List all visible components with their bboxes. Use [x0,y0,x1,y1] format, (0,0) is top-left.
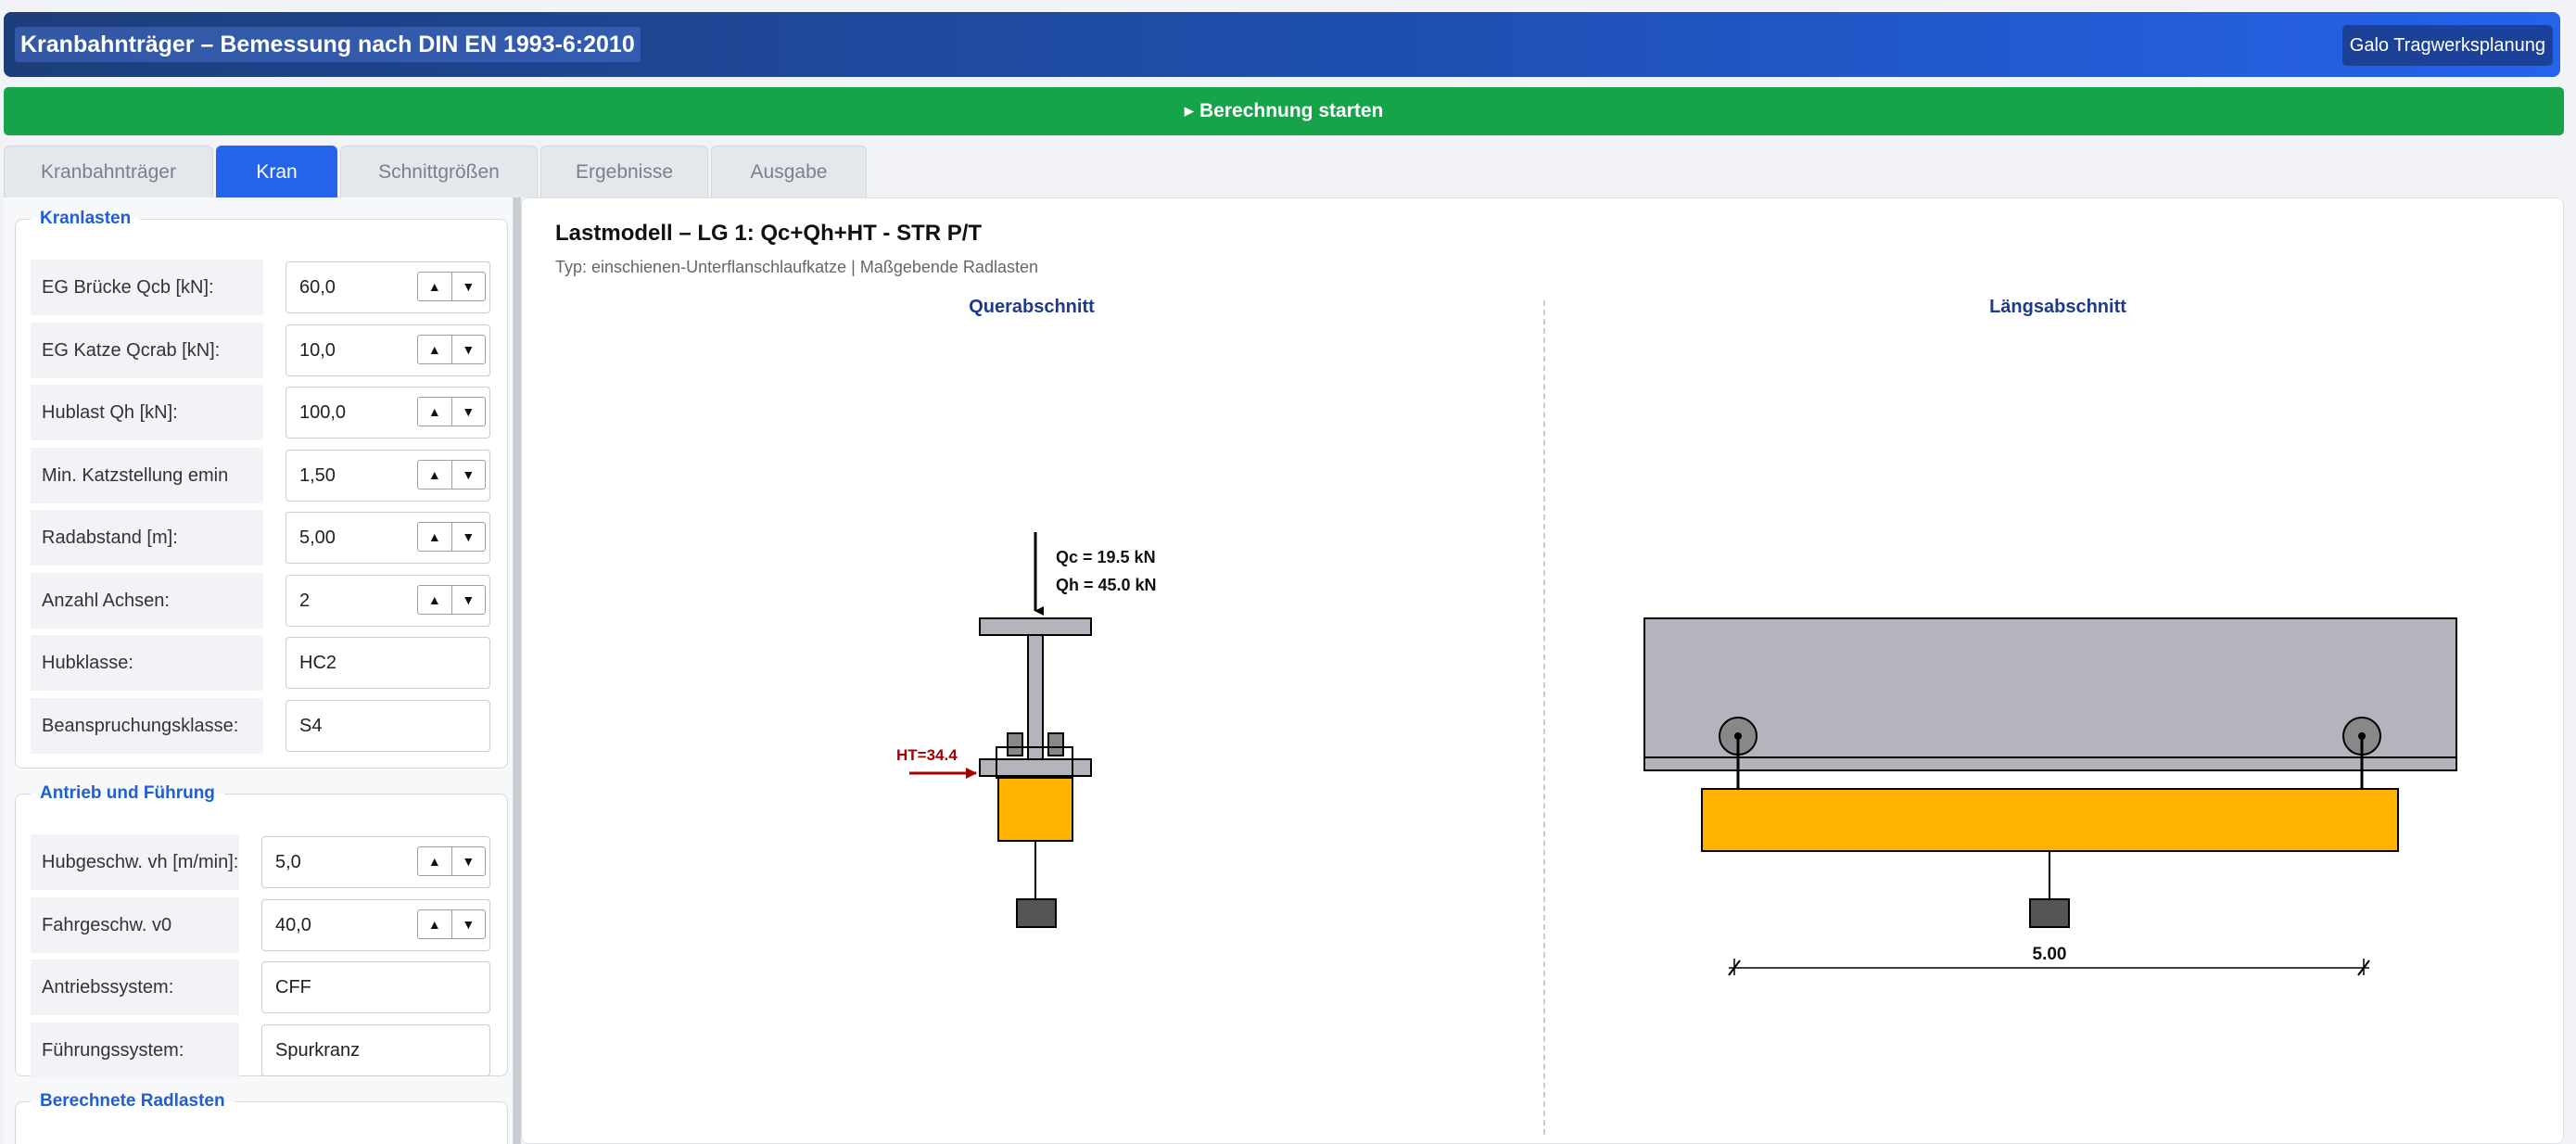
increment-icon[interactable]: ▲ [418,586,451,614]
longitudinal-section-drawing: 5.00 [1643,617,2457,976]
app-header: Kranbahnträger – Bemessung nach DIN EN 1… [4,12,2560,77]
field-label: EG Katze Qcrab [kN]: [31,322,263,378]
tab-ausgabe[interactable]: Ausgabe [711,146,867,197]
hook-block-long [2029,898,2070,928]
radlasten-legend: Berechnete Radlasten [40,1091,225,1111]
field-value: 5,00 [299,528,336,548]
field-label: Beanspruchungsklasse: [31,697,263,754]
antrieb-legend: Antrieb und Führung [40,783,215,803]
field-value: 60,0 [299,277,336,298]
antrieb-group: Antrieb und Führung Hubgeschw. vh [m/min… [15,783,508,1078]
text-input[interactable]: Spurkranz [261,1023,490,1076]
field-value: 5,0 [275,852,301,872]
tab-kran[interactable]: Kran [216,146,337,197]
spinner[interactable]: ▲ ▼ [417,522,486,552]
field-label: Anzahl Achsen: [31,572,263,629]
number-input[interactable]: 10,0 ▲ ▼ [286,324,490,376]
text-input[interactable]: HC2 [286,637,490,689]
cross-section-drawing: Qc = 19.5 kN Qh = 45.0 kN HT=34.4 [896,532,1157,928]
spinner[interactable]: ▲ ▼ [417,459,486,489]
app-title: Kranbahnträger – Bemessung nach DIN EN 1… [15,27,641,62]
load-model-drawing: Qc = 19.5 kN Qh = 45.0 kN HT=34.4 5.00 [896,532,2457,976]
field-label: Radabstand [m]: [31,510,263,566]
number-input[interactable]: 5,0 ▲ ▼ [261,836,490,888]
ht-label: HT=34.4 [896,746,958,764]
crane-bridge [1643,617,2457,771]
wheel-hub-left [1734,732,1742,740]
web [1027,634,1044,760]
text-input[interactable]: CFF [261,961,490,1013]
spinner[interactable]: ▲ ▼ [417,909,486,939]
spinner[interactable]: ▲ ▼ [417,272,486,301]
company-badge[interactable]: Galo Tragwerksplanung [2341,25,2553,66]
increment-icon[interactable]: ▲ [418,523,451,551]
radlasten-group: Berechnete Radlasten [15,1091,508,1144]
increment-icon[interactable]: ▲ [418,398,451,426]
field-label: Fahrgeschw. v0 [m/min]: [31,896,239,991]
field-label: Hubgeschw. vh [m/min]: [31,834,239,890]
qc-label: Qc = 19.5 kN [1056,548,1156,566]
wheel-left [1007,732,1023,756]
field-label: Führungssystem: [31,1022,239,1078]
field-value: 10,0 [299,339,336,361]
number-input[interactable]: 5,00 ▲ ▼ [286,512,490,564]
field-label: Hubklasse: [31,635,263,691]
spinner[interactable]: ▲ ▼ [417,846,486,876]
number-input[interactable]: 2 ▲ ▼ [286,574,490,627]
decrement-icon[interactable]: ▼ [450,335,486,363]
decrement-icon[interactable]: ▼ [450,585,486,614]
increment-icon[interactable]: ▲ [418,461,451,489]
field-value: 1,50 [299,464,336,486]
qh-label: Qh = 45.0 kN [1056,576,1157,594]
tab-schnittgroessen[interactable]: Schnittgrößen [340,146,538,197]
field-label: Min. Katzstellung emin [m]: [31,447,263,541]
decrement-icon[interactable]: ▼ [450,909,486,938]
number-input[interactable]: 60,0 ▲ ▼ [286,261,490,313]
field-value: 40,0 [275,914,311,935]
kranlasten-legend: Kranlasten [40,209,132,228]
top-flange [979,617,1092,636]
spinner[interactable]: ▲ ▼ [417,584,486,615]
increment-icon[interactable]: ▲ [418,273,451,300]
rail-beam [1643,756,2457,771]
tab-kranbahntraeger[interactable]: Kranbahnträger [4,146,213,197]
text-input[interactable]: S4 [286,699,490,752]
decrement-icon[interactable]: ▼ [450,460,486,489]
field-value: S4 [299,715,323,736]
trolley-body-long [1701,788,2399,852]
field-value: Spurkranz [275,1039,361,1061]
field-value: 100,0 [299,402,347,423]
field-label: Antriebssystem: [31,960,239,1015]
load-model-panel: Lastmodell – LG 1: Qc+Qh+HT - STR P/T Ty… [521,197,2564,1144]
increment-icon[interactable]: ▲ [418,336,451,363]
number-input[interactable]: 1,50 ▲ ▼ [286,449,490,502]
kranlasten-group: Kranlasten EG Brücke Qcb [kN]: 60,0 ▲ ▼ EG K… [15,209,508,769]
input-sidebar: Kranlasten EG Brücke Qcb [kN]: 60,0 ▲ ▼ EG K… [4,197,514,1144]
decrement-icon[interactable]: ▼ [450,273,486,300]
run-calculation-button[interactable]: ▸ Berechnung starten [4,87,2564,135]
wheel-hub-right [2358,732,2366,740]
number-input[interactable]: 100,0 ▲ ▼ [286,387,490,439]
field-value: 2 [299,590,311,611]
field-value: HC2 [299,653,337,673]
trolley-body [997,777,1073,842]
tab-ergebnisse[interactable]: Ergebnisse [540,146,708,197]
decrement-icon[interactable]: ▼ [450,398,486,426]
increment-icon[interactable]: ▲ [418,847,451,875]
field-value: CFF [275,977,311,998]
increment-icon[interactable]: ▲ [418,910,451,938]
decrement-icon[interactable]: ▼ [450,847,486,875]
wheel-right [1047,732,1064,756]
hook-block [1016,898,1057,928]
spinner[interactable]: ▲ ▼ [417,334,486,364]
spinner[interactable]: ▲ ▼ [417,397,486,426]
number-input[interactable]: 40,0 ▲ ▼ [261,898,490,951]
dimension-label: 5.00 [2033,945,2067,964]
decrement-icon[interactable]: ▼ [450,523,486,551]
field-label: EG Brücke Qcb [kN]: [31,260,263,315]
field-label: Hublast Qh [kN]: [31,385,263,440]
sidebar-scrollbar[interactable] [514,197,521,1144]
